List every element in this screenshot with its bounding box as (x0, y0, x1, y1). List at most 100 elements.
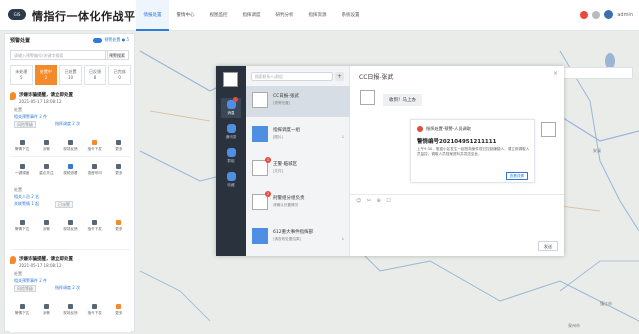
warning-link[interactable]: 相关预警事件 2 件 (14, 278, 47, 284)
conversation-item[interactable]: 1 王警-临城区 [文件] (246, 154, 350, 185)
message-input[interactable]: ☺ ✂ ⊕ ☐ 发送 (350, 194, 564, 256)
action-icon (19, 140, 25, 145)
status-tab[interactable]: 处置中 2 (34, 65, 58, 85)
status-tab-count: 2 (44, 75, 48, 80)
action-button[interactable]: 警情下达 (13, 140, 31, 152)
user-name[interactable]: admin (617, 12, 633, 18)
action-button[interactable]: 现场反馈 (61, 140, 79, 152)
message-bubble: 收到！马上办 (383, 94, 422, 106)
nav-item[interactable]: 视图监控 (202, 0, 235, 31)
action-button[interactable]: 警情下达 (13, 220, 31, 232)
action-label: 更多 (115, 147, 123, 151)
conversation-item[interactable]: CC日报-张武 [预警处置] (246, 86, 350, 117)
status-tab[interactable]: 已处置 10 (59, 65, 82, 85)
settings-icon[interactable] (592, 10, 601, 19)
warning-card[interactable]: 涉嫌诈骗提醒，请立即处置 2021-05-17 18:08:12 处置 相关预警… (10, 254, 131, 332)
status-tab[interactable]: 已反馈 8 (83, 65, 107, 85)
nav-item[interactable]: 指挥调度 (235, 0, 268, 31)
action-button[interactable]: 现场反馈 (61, 304, 79, 316)
action-button[interactable]: 视频查看 (61, 164, 79, 176)
case-number: 警情编号202104951211111 (417, 139, 497, 145)
action-button[interactable]: 更多 (110, 164, 128, 176)
input-toolbar[interactable]: ☺ ✂ ⊕ ☐ (356, 198, 393, 204)
view-details-button[interactable]: 查看详情 (505, 172, 528, 180)
action-button[interactable]: 派警 (37, 140, 55, 152)
chat-rail-item[interactable]: 收藏 (221, 170, 241, 190)
conversation-item[interactable]: 612重大事件指挥部 [请查收处置结果] 1 (246, 222, 350, 253)
add-icon[interactable]: + (335, 72, 344, 81)
action-label: 更多 (115, 311, 123, 315)
action-button[interactable]: 指令下发 (86, 140, 104, 152)
contact-search-input[interactable]: 搜索联系人/群组 (251, 72, 333, 81)
action-button[interactable]: 警情下达 (13, 304, 31, 316)
conversation-preview: 请确认处置情况 (273, 203, 299, 207)
action-icon (116, 140, 122, 145)
warning-link[interactable]: 相关预警事件 2 件 (14, 114, 47, 120)
action-label: 更多 (115, 171, 123, 175)
avatar[interactable] (223, 72, 238, 87)
warning-search-button[interactable]: 预警搜索 (105, 50, 129, 60)
status-tab-count: 5 (20, 75, 23, 80)
task-card[interactable]: 指挥处置-预警-人员调取 警情编号202104951211111 上午9:30，… (410, 119, 535, 183)
conversation-preview: [图片] (273, 135, 283, 139)
action-button[interactable]: 更多 (110, 304, 128, 316)
warning-search-input[interactable]: 请输入预警编号/关键字搜索 (10, 50, 108, 60)
action-button[interactable]: 派警 (37, 304, 55, 316)
action-button[interactable]: 更多 (110, 220, 128, 232)
action-button[interactable]: 重点关注 (37, 164, 55, 176)
warning-link[interactable]: 指挥调度 2 次 (55, 285, 80, 291)
panel-switch[interactable]: 预警处置 ● 5 (93, 37, 129, 43)
status-tab[interactable]: 已完成 0 (108, 65, 131, 85)
im-chat-window: 消息 通讯录 群组 收藏 搜索联系人/群组 + CC日报-张武 [预警处置] 指挥调度一组… (216, 66, 564, 256)
conversation-count: 1 (341, 135, 344, 139)
alarm-icon[interactable] (580, 10, 589, 19)
nav-item[interactable]: 警情中心 (169, 0, 202, 31)
action-icon (43, 164, 49, 169)
action-icon (67, 220, 73, 225)
action-button[interactable]: 派警 (37, 220, 55, 232)
action-icon (116, 220, 122, 225)
warning-link[interactable]: 指挥调度 2 次 (55, 121, 80, 127)
avatar (541, 122, 556, 137)
conversation-item[interactable]: 指挥调度一组 [图片] 1 (246, 120, 350, 151)
badge-dot (233, 97, 238, 102)
action-button[interactable]: 指令下发 (86, 220, 104, 232)
action-button[interactable]: 语音呼叫 (86, 164, 104, 176)
action-button[interactable]: 一键调度 (13, 164, 31, 176)
action-label: 语音呼叫 (87, 171, 102, 175)
status-tab-count: 10 (67, 75, 74, 80)
send-button[interactable]: 发送 (538, 241, 558, 251)
warning-card[interactable]: 涉嫌诈骗提醒，请立即处置 2021-05-17 18:08:12 处置 相关预警… (10, 90, 131, 157)
conversation-item[interactable]: 2 刑警组分组负责 请确认处置情况 (246, 188, 350, 219)
warning-panel: 预警处置 预警处置 ● 5 请输入预警编号/关键字搜索 预警搜索 未处理 5 处置中… (4, 33, 135, 332)
action-label: 警情下达 (14, 147, 30, 151)
card-title: 指挥处置-预警-人员调取 (426, 126, 471, 131)
nav-item[interactable]: 指挥资源 (301, 0, 334, 31)
warning-link[interactable]: 相关人员 2 名 (14, 194, 39, 200)
status-tab[interactable]: 未处理 5 (10, 65, 33, 85)
conversation-name: 王警-临城区 (273, 162, 298, 167)
warning-link[interactable]: 关联警情 1 起 (14, 201, 39, 207)
action-label: 派警 (42, 227, 50, 231)
warning-card[interactable]: 一键调度 重点关注 视频查看 语音呼叫 更多 处置 相关人员 2 名 关联警情 1 起 … (10, 160, 131, 250)
conversation-name: 刑警组分组负责 (273, 196, 305, 201)
map-label: 镇江市 (600, 301, 612, 306)
close-icon[interactable]: × (553, 70, 558, 77)
chat-rail-item[interactable]: 消息 (221, 97, 241, 118)
toggle-icon[interactable] (93, 37, 103, 43)
chat-rail-item[interactable]: 群组 (221, 146, 241, 166)
action-button[interactable]: 更多 (110, 140, 128, 152)
action-button[interactable]: 指令下发 (86, 304, 104, 316)
action-icon (92, 220, 98, 225)
card-description: 上午9:30，瓶窑小区发生一起抢劫案件现已控制嫌疑人，请立即调取人员监控，调取人… (417, 147, 530, 156)
chat-rail-item[interactable]: 通讯录 (221, 122, 241, 142)
nav-item[interactable]: 研判分析 (268, 0, 301, 31)
action-icon (116, 304, 122, 309)
app-title: 情指行一体化作战平台 (32, 10, 147, 23)
nav-item[interactable]: 情报处置 (136, 0, 169, 31)
nav-item[interactable]: 系统设置 (334, 0, 367, 31)
warning-label: 处置 (14, 187, 22, 192)
action-button[interactable]: 现场反馈 (61, 220, 79, 232)
avatar[interactable] (604, 10, 614, 19)
action-label: 视频查看 (63, 171, 78, 175)
